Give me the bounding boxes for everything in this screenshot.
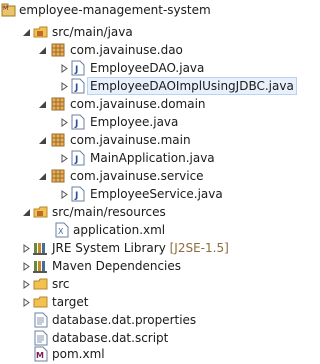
svg-text:J: J: [74, 155, 78, 165]
svg-text:M: M: [36, 351, 44, 360]
tree-row-file-mainapplication[interactable]: J MainApplication.java: [0, 148, 283, 168]
folder-label: target: [52, 295, 89, 309]
package-icon: [50, 132, 66, 148]
file-label: database.dat.properties: [52, 313, 197, 327]
collapsed-twisty-icon[interactable]: [22, 298, 31, 307]
collapsed-twisty-icon[interactable]: [60, 64, 69, 73]
maven-file-icon: M: [33, 346, 49, 362]
collapsed-twisty-icon[interactable]: [22, 280, 31, 289]
file-label: MainApplication.java: [90, 151, 215, 165]
tree-row-package-service[interactable]: com.javainuse.service: [0, 166, 283, 186]
tree-row-file-dbproperties[interactable]: database.dat.properties: [0, 310, 283, 330]
collapsed-twisty-icon[interactable]: [22, 244, 31, 253]
tree-row-src-main-resources[interactable]: src/main/resources: [0, 202, 283, 222]
java-file-icon: J: [70, 150, 86, 166]
tree-row-maven-dependencies[interactable]: Maven Dependencies: [0, 256, 283, 276]
expanded-twisty-icon[interactable]: [38, 46, 47, 55]
tree-row-folder-src[interactable]: src: [0, 274, 283, 294]
svg-text:X: X: [58, 227, 64, 236]
tree-row-package-main[interactable]: com.javainuse.main: [0, 130, 283, 150]
collapsed-twisty-icon[interactable]: [22, 262, 31, 271]
file-label: EmployeeService.java: [90, 187, 223, 201]
text-file-icon: [33, 312, 49, 328]
tree-row-file-employeedaoimpl[interactable]: J EmployeeDAOImplUsingJDBC.java: [0, 76, 297, 96]
expanded-twisty-icon[interactable]: [22, 208, 31, 217]
svg-text:J: J: [74, 119, 78, 129]
file-label: pom.xml: [52, 347, 105, 361]
svg-text:J: J: [74, 191, 78, 201]
svg-text:M: M: [3, 5, 8, 12]
package-icon: [50, 42, 66, 58]
package-icon: [50, 168, 66, 184]
project-explorer-tree: M employee-management-system src/main/ja…: [0, 0, 297, 364]
project-name: employee-management-system: [19, 3, 211, 17]
collapsed-twisty-icon[interactable]: [60, 154, 69, 163]
source-folder-icon: [33, 24, 49, 40]
tree-row-file-pom[interactable]: M pom.xml: [0, 344, 283, 364]
tree-row-jre-library[interactable]: JRE System Library [J2SE-1.5]: [0, 238, 283, 258]
file-label: EmployeeDAO.java: [90, 61, 205, 75]
tree-row-file-applicationxml[interactable]: X application.xml: [0, 220, 283, 240]
package-label: com.javainuse.dao: [70, 43, 183, 57]
tree-row-project[interactable]: M employee-management-system: [0, 0, 283, 20]
library-icon: [33, 258, 49, 274]
folder-label: src: [52, 277, 70, 291]
source-folder-icon: [33, 204, 49, 220]
tree-row-file-employee[interactable]: J Employee.java: [0, 112, 283, 132]
xml-file-icon: X: [54, 222, 70, 238]
expanded-twisty-icon[interactable]: [38, 136, 47, 145]
source-folder-label: src/main/java: [52, 25, 133, 39]
tree-row-folder-target[interactable]: target: [0, 292, 283, 312]
expanded-twisty-icon[interactable]: [38, 100, 47, 109]
package-label: com.javainuse.domain: [70, 97, 206, 111]
tree-row-package-dao[interactable]: com.javainuse.dao: [0, 40, 283, 60]
tree-row-package-domain[interactable]: com.javainuse.domain: [0, 94, 283, 114]
package-label: com.javainuse.service: [70, 169, 204, 183]
svg-text:J: J: [74, 83, 78, 93]
file-label: EmployeeDAOImplUsingJDBC.java: [87, 77, 297, 95]
source-folder-label: src/main/resources: [52, 205, 166, 219]
folder-icon: [33, 294, 49, 310]
expanded-twisty-icon[interactable]: [38, 172, 47, 181]
tree-row-src-main-java[interactable]: src/main/java: [0, 22, 283, 42]
package-icon: [50, 96, 66, 112]
java-file-icon: J: [70, 60, 86, 76]
library-label: Maven Dependencies: [52, 259, 182, 273]
tree-row-file-employeeservice[interactable]: J EmployeeService.java: [0, 184, 283, 204]
collapsed-twisty-icon[interactable]: [60, 82, 69, 91]
tree-row-file-employeedao[interactable]: J EmployeeDAO.java: [0, 58, 283, 78]
maven-project-icon: M: [1, 2, 17, 18]
svg-text:J: J: [74, 65, 78, 75]
library-version-decoration: [J2SE-1.5]: [169, 241, 229, 255]
library-label: JRE System Library [J2SE-1.5]: [52, 241, 229, 255]
file-label: application.xml: [73, 223, 166, 237]
expanded-twisty-icon[interactable]: [22, 28, 31, 37]
collapsed-twisty-icon[interactable]: [60, 118, 69, 127]
java-file-icon: J: [70, 186, 86, 202]
file-label: Employee.java: [90, 115, 179, 129]
package-label: com.javainuse.main: [70, 133, 191, 147]
library-icon: [33, 240, 49, 256]
java-file-icon: J: [70, 78, 86, 94]
collapsed-twisty-icon[interactable]: [60, 190, 69, 199]
folder-icon: [33, 276, 49, 292]
java-file-icon: J: [70, 114, 86, 130]
